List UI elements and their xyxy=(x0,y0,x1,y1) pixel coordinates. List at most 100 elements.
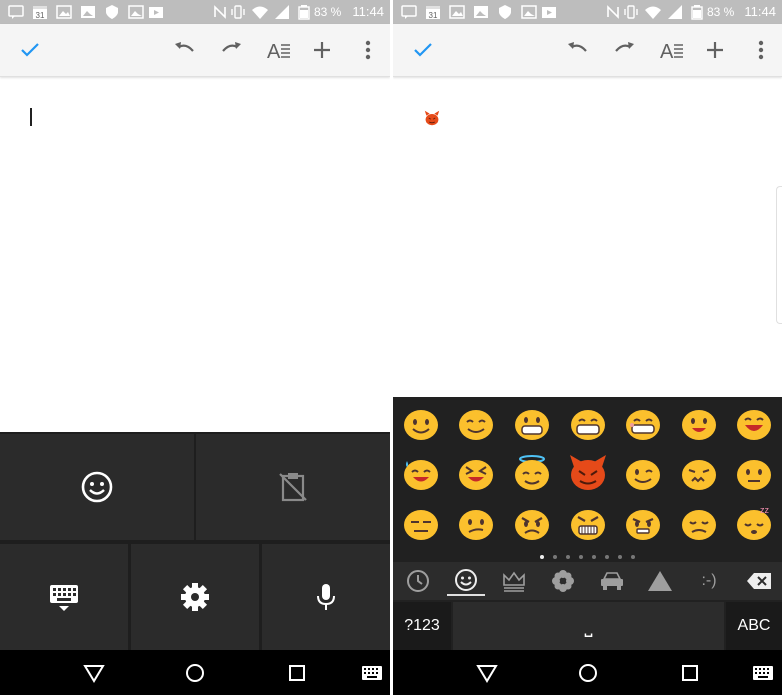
settings-button[interactable] xyxy=(131,544,259,650)
angry-emoji[interactable] xyxy=(512,503,552,543)
nfc-icon xyxy=(212,4,228,20)
confounded-emoji[interactable] xyxy=(679,453,719,493)
disappointed-emoji[interactable] xyxy=(679,503,719,543)
undo-icon[interactable] xyxy=(171,36,199,64)
home-icon[interactable] xyxy=(576,661,600,685)
clock: 11:44 xyxy=(744,4,776,19)
emoji-category-bar: :-) xyxy=(393,562,782,600)
signal-icon xyxy=(667,4,683,20)
calendar-day: 31 xyxy=(36,11,45,20)
document-body-right[interactable] xyxy=(393,77,782,397)
expressionless-emoji[interactable] xyxy=(401,503,441,543)
clipboard-button[interactable] xyxy=(196,434,390,540)
check-icon[interactable] xyxy=(409,36,437,64)
halo-emoji[interactable] xyxy=(512,453,552,493)
doc-toolbar-right: A xyxy=(393,24,782,77)
squinting-laugh-emoji[interactable] xyxy=(456,453,496,493)
wifi-icon xyxy=(252,4,268,20)
vibrate-icon xyxy=(623,4,639,20)
wifi-icon xyxy=(645,4,661,20)
devil-emoji[interactable] xyxy=(568,453,608,493)
plus-icon[interactable] xyxy=(701,36,729,64)
chat-notification-icon xyxy=(8,4,24,20)
signal-icon xyxy=(274,4,290,20)
right-screen: 31 83 % 11:44 A zz:-) ?123 ⎵ ABC xyxy=(393,0,782,695)
left-screen: 31 83 % 11:44 A xyxy=(0,0,390,695)
document-body[interactable] xyxy=(0,77,390,432)
emoticon-label: :-) xyxy=(701,572,717,589)
happy-grin-emoji[interactable] xyxy=(623,403,663,443)
confused-emoji[interactable] xyxy=(456,503,496,543)
smiley-face-icon[interactable] xyxy=(447,566,485,596)
keyboard-switch-icon[interactable] xyxy=(360,661,384,685)
svg-text:A: A xyxy=(267,41,281,63)
open-mouth-smile-emoji[interactable] xyxy=(679,403,719,443)
back-icon[interactable] xyxy=(82,661,106,685)
space-key[interactable]: ⎵ xyxy=(453,602,724,650)
page-dot xyxy=(566,555,570,559)
backspace-icon[interactable] xyxy=(740,566,778,596)
page-dot xyxy=(579,555,583,559)
text-format-icon[interactable]: A xyxy=(657,36,685,64)
gear-icon xyxy=(181,583,209,611)
photo-notification-icon xyxy=(80,4,96,20)
recents-icon[interactable] xyxy=(678,661,702,685)
crown-icon[interactable] xyxy=(495,566,533,596)
triangle-icon[interactable] xyxy=(641,566,679,596)
image-notification-icon-2 xyxy=(128,4,144,20)
grimacing-angry-emoji[interactable] xyxy=(568,503,608,543)
svg-text:zz: zz xyxy=(760,505,770,515)
undo-icon[interactable] xyxy=(564,36,592,64)
calendar-day: 31 xyxy=(429,11,438,20)
winking-emoji[interactable] xyxy=(623,453,663,493)
microphone-icon xyxy=(317,584,335,610)
keyboard-button[interactable] xyxy=(0,544,128,650)
home-icon[interactable] xyxy=(183,661,207,685)
battery-percent: 83 % xyxy=(707,5,735,19)
shield-icon xyxy=(497,4,513,20)
keyboard-icon xyxy=(50,585,78,611)
battery-icon xyxy=(689,4,705,20)
blushing-smile-emoji[interactable] xyxy=(456,403,496,443)
emoji-grid: zz xyxy=(393,397,782,551)
clock: 11:44 xyxy=(352,4,384,19)
more-vertical-icon[interactable] xyxy=(354,36,382,64)
navigation-bar xyxy=(0,650,390,695)
redo-icon[interactable] xyxy=(610,36,638,64)
grin-squint-emoji[interactable] xyxy=(568,403,608,443)
emoticon[interactable]: :-) xyxy=(690,566,728,596)
pouting-emoji[interactable] xyxy=(623,503,663,543)
page-dot xyxy=(631,555,635,559)
more-vertical-icon[interactable] xyxy=(747,36,775,64)
grinning-emoji[interactable] xyxy=(512,403,552,443)
sleeping-emoji[interactable]: zz xyxy=(734,503,774,543)
check-icon[interactable] xyxy=(16,36,44,64)
recents-icon[interactable] xyxy=(285,661,309,685)
battery-icon xyxy=(296,4,312,20)
abc-key[interactable]: ABC xyxy=(726,602,782,650)
image-notification-icon xyxy=(56,4,72,20)
car-icon[interactable] xyxy=(593,566,631,596)
plus-icon[interactable] xyxy=(308,36,336,64)
status-bar-right: 31 83 % 11:44 xyxy=(393,0,782,24)
symbols-key[interactable]: ?123 xyxy=(393,602,451,650)
keyboard-switch-icon[interactable] xyxy=(751,661,775,685)
flower-icon[interactable] xyxy=(544,566,582,596)
voice-input-button[interactable] xyxy=(262,544,390,650)
page-dot xyxy=(540,555,544,559)
page-dot xyxy=(553,555,557,559)
redo-icon[interactable] xyxy=(217,36,245,64)
laughing-emoji[interactable] xyxy=(734,403,774,443)
side-panel-handle[interactable] xyxy=(776,186,782,324)
back-icon[interactable] xyxy=(475,661,499,685)
neutral-emoji[interactable] xyxy=(734,453,774,493)
page-dot xyxy=(605,555,609,559)
smiley-emoji[interactable] xyxy=(401,403,441,443)
recent-clock-icon[interactable] xyxy=(399,566,437,596)
battery-percent: 83 % xyxy=(314,5,342,19)
sweat-smile-emoji[interactable] xyxy=(401,453,441,493)
emoji-button[interactable] xyxy=(0,434,194,540)
clipboard-off-icon xyxy=(279,473,307,502)
text-format-icon[interactable]: A xyxy=(264,36,292,64)
vibrate-icon xyxy=(230,4,246,20)
